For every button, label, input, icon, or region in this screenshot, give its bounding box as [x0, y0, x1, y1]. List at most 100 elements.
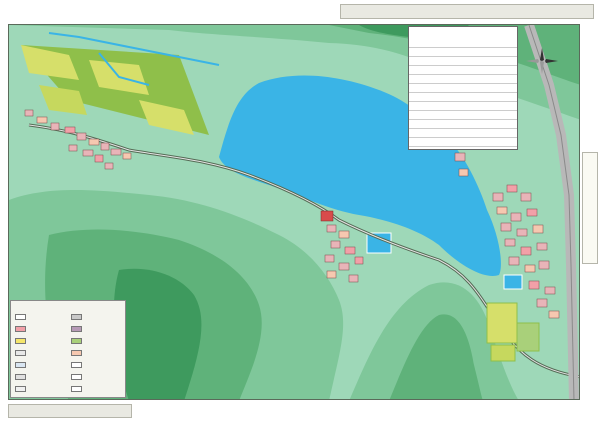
legend-item: [71, 349, 84, 358]
building: [536, 242, 548, 251]
table-row: [409, 93, 517, 102]
legend-item: [15, 373, 28, 382]
building: [76, 132, 87, 141]
statistics-table: [408, 26, 518, 150]
legend-swatch: [71, 349, 82, 356]
building: [110, 148, 122, 156]
building: [324, 254, 335, 263]
legend-item: [71, 313, 84, 322]
legend-swatch: [15, 385, 26, 392]
legend-swatch: [71, 361, 82, 368]
compass-north-arrow: [540, 48, 544, 61]
building: [492, 192, 504, 202]
map-page: [0, 0, 600, 423]
legend-item: [15, 325, 28, 334]
building: [536, 298, 548, 308]
building: [520, 246, 532, 256]
plan-type-label: [582, 152, 598, 264]
compass: [522, 46, 562, 76]
building: [88, 138, 100, 146]
building: [330, 240, 341, 249]
building: [544, 286, 556, 295]
compass-south-arrow: [540, 61, 544, 74]
table-row: [409, 129, 517, 138]
map-legend: [10, 300, 126, 398]
table-row: [409, 138, 517, 147]
building: [104, 162, 114, 170]
table-row: [409, 66, 517, 75]
legend-item: [15, 385, 28, 394]
building: [504, 238, 516, 247]
legend-item: [71, 325, 84, 334]
legend-swatch: [15, 337, 26, 344]
building: [24, 109, 34, 117]
building-public: [320, 210, 334, 222]
table-row: [409, 111, 517, 120]
building: [548, 310, 560, 319]
table-row: [409, 84, 517, 93]
compass-west-arrow: [526, 59, 539, 63]
building: [82, 149, 94, 157]
legend-item: [71, 337, 84, 346]
legend-swatch: [71, 313, 82, 320]
legend-swatch: [15, 313, 26, 320]
building: [506, 184, 518, 193]
building: [496, 206, 508, 215]
building: [508, 256, 520, 266]
building: [100, 142, 110, 151]
legend-item: [15, 313, 28, 322]
legend-swatch: [15, 373, 26, 380]
table-row: [409, 120, 517, 129]
legend-item: [71, 385, 84, 394]
legend-swatch: [15, 349, 26, 356]
legend-swatch: [71, 325, 82, 332]
building: [94, 154, 104, 163]
farmland-southeast: [490, 344, 516, 362]
farmland-southeast: [486, 302, 518, 344]
table-row: [409, 57, 517, 66]
legend-swatch: [71, 373, 82, 380]
building: [338, 230, 350, 239]
compass-rose-icon: [526, 48, 558, 74]
building: [458, 168, 469, 177]
farmland-southeast: [516, 322, 540, 352]
footer-bar: [8, 404, 132, 418]
building: [348, 274, 359, 283]
legend-swatch: [71, 385, 82, 392]
legend-swatch: [15, 325, 26, 332]
table-row: [409, 39, 517, 48]
building: [344, 246, 356, 255]
building: [500, 222, 512, 232]
building: [538, 260, 550, 270]
pond: [503, 274, 523, 290]
building: [510, 212, 522, 222]
legend-item: [15, 337, 28, 346]
building: [524, 264, 536, 273]
legend-swatch: [71, 337, 82, 344]
building: [68, 144, 78, 152]
building: [526, 208, 538, 217]
building: [122, 152, 132, 160]
building: [528, 280, 540, 290]
header-title-bar: [340, 4, 594, 19]
building: [36, 116, 48, 124]
building: [326, 224, 337, 233]
legend-item: [15, 349, 28, 358]
building: [532, 224, 544, 234]
building: [520, 192, 532, 202]
table-row: [409, 48, 517, 57]
legend-item: [71, 373, 84, 382]
legend-swatch: [15, 361, 26, 368]
building: [326, 270, 337, 279]
table-row: [409, 102, 517, 111]
compass-east-arrow: [545, 59, 558, 63]
table-row: [409, 75, 517, 84]
building: [50, 122, 60, 131]
legend-item: [15, 361, 28, 370]
legend-item: [71, 361, 84, 370]
building: [354, 256, 364, 265]
building: [454, 152, 466, 162]
building: [516, 228, 528, 237]
building: [64, 126, 76, 134]
building: [338, 262, 350, 271]
